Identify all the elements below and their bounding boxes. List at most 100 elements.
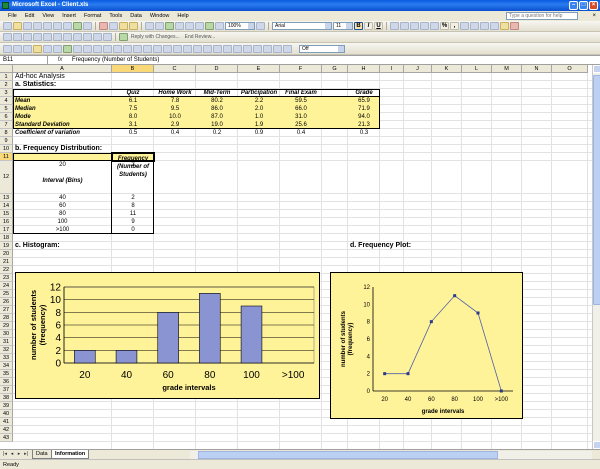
stats-value-cell[interactable]: 6.1 <box>114 97 152 105</box>
menu-format[interactable]: Format <box>80 11 105 21</box>
redo-icon[interactable] <box>155 22 164 30</box>
tab-data[interactable]: Data <box>32 450 52 459</box>
draw-icon-3[interactable] <box>23 44 32 53</box>
toolbar-icon-1[interactable] <box>3 33 12 41</box>
comma-button[interactable]: , <box>450 22 459 30</box>
row-header-32[interactable]: 32 <box>0 346 13 354</box>
frequency-point[interactable] <box>499 389 503 393</box>
permission-icon[interactable] <box>33 22 42 30</box>
draw-icon-12[interactable] <box>113 44 122 53</box>
draw-icon-16[interactable] <box>153 44 162 53</box>
frequency-point[interactable] <box>476 311 480 315</box>
prev-sheet-icon[interactable]: ◂ <box>9 451 15 458</box>
scroll-up-icon[interactable] <box>593 65 600 73</box>
stats-value-cell[interactable]: 66.0 <box>282 105 320 113</box>
vertical-scroll-thumb[interactable] <box>593 75 600 305</box>
vertical-scrollbar[interactable] <box>592 65 600 449</box>
next-sheet-icon[interactable]: ▸ <box>16 451 22 458</box>
stats-row-label[interactable]: Mode <box>15 113 110 121</box>
stats-value-cell[interactable]: 3.1 <box>114 121 152 129</box>
sort-ascending-icon[interactable] <box>185 22 194 30</box>
toolbar-icon-7[interactable] <box>63 33 72 41</box>
draw-icon-6[interactable] <box>53 44 62 53</box>
row-header-27[interactable]: 27 <box>0 306 13 314</box>
research-icon[interactable] <box>83 22 92 30</box>
menu-file[interactable]: File <box>4 11 21 21</box>
print-icon[interactable] <box>53 22 62 30</box>
stats-value-cell[interactable]: 87.0 <box>198 113 236 121</box>
column-header-n[interactable]: N <box>522 65 552 73</box>
row-header-21[interactable]: 21 <box>0 258 13 266</box>
row-header-22[interactable]: 22 <box>0 266 13 274</box>
copy-icon[interactable] <box>109 22 118 30</box>
toolbar-icon-4[interactable] <box>33 33 42 41</box>
draw-icon-21[interactable] <box>203 44 212 53</box>
row-header-4[interactable]: 4 <box>0 97 13 105</box>
toolbar-icon-6[interactable] <box>53 33 62 41</box>
row-header-10[interactable]: 10 <box>0 145 13 153</box>
stats-value-cell[interactable]: 19.0 <box>198 121 236 129</box>
row-header-1[interactable]: 1 <box>0 73 13 81</box>
draw-icon-8[interactable] <box>73 44 82 53</box>
menu-tools[interactable]: Tools <box>105 11 126 21</box>
drawing-icon[interactable] <box>215 22 224 30</box>
stats-value-cell[interactable]: 0.4 <box>156 129 194 137</box>
toolbar-icon-5[interactable] <box>43 33 52 41</box>
sheet-title-cell[interactable]: Ad-hoc Analysis <box>15 73 194 81</box>
row-header-7[interactable]: 7 <box>0 121 13 129</box>
toolbar-icon-2[interactable] <box>13 33 22 41</box>
stats-value-cell[interactable]: 31.0 <box>282 113 320 121</box>
frequency-point[interactable] <box>383 372 387 376</box>
stats-row-label[interactable]: Mean <box>15 97 110 105</box>
draw-icon-24[interactable] <box>233 44 242 53</box>
stats-column-header[interactable]: Mid-Term <box>198 89 236 97</box>
cut-icon[interactable] <box>99 22 108 30</box>
draw-icon-11[interactable] <box>103 44 112 53</box>
stats-value-cell[interactable]: 0.5 <box>114 129 152 137</box>
row-header-37[interactable]: 37 <box>0 386 13 394</box>
toolbar-icon-9[interactable] <box>83 33 92 41</box>
row-header-15[interactable]: 15 <box>0 210 13 218</box>
worksheet-grid[interactable]: A B C D E F G H I J K L M N O 1 2 3 4 5 6 7 8 9 10 11 12 13 14 15 16 17… <box>0 65 600 449</box>
stats-value-cell[interactable]: 7.8 <box>156 97 194 105</box>
freq-heading-cell[interactable]: b. Frequency Distribution: <box>15 145 194 153</box>
draw-icon-26[interactable] <box>253 44 262 53</box>
align-center-icon[interactable] <box>400 22 409 30</box>
horizontal-scrollbar[interactable] <box>190 451 592 459</box>
histogram-bar[interactable] <box>74 350 96 364</box>
stats-value-cell[interactable]: 86.0 <box>198 105 236 113</box>
column-header-c[interactable]: C <box>154 65 196 73</box>
row-header-19[interactable]: 19 <box>0 242 13 250</box>
toolbar-icon-10[interactable] <box>93 33 102 41</box>
font-size-select[interactable]: 11 <box>333 22 353 30</box>
fill-mode-select[interactable]: Off <box>299 44 345 53</box>
email-icon[interactable] <box>43 22 52 30</box>
underline-button[interactable]: U <box>374 22 383 30</box>
row-header-9[interactable]: 9 <box>0 137 13 145</box>
minimize-button[interactable]: – <box>569 1 578 10</box>
stats-value-cell[interactable]: 2.0 <box>240 105 278 113</box>
stats-column-header[interactable]: Home Work <box>156 89 194 97</box>
freq-count-cell[interactable]: 2 <box>114 194 152 202</box>
toolbar-icon-3[interactable] <box>23 33 32 41</box>
stats-value-cell[interactable]: 71.9 <box>350 105 378 113</box>
menu-window[interactable]: Window <box>146 11 174 21</box>
stats-value-cell[interactable]: 25.6 <box>282 121 320 129</box>
row-header-6[interactable]: 6 <box>0 113 13 121</box>
column-header-f[interactable]: F <box>280 65 322 73</box>
scroll-down-icon[interactable] <box>593 441 600 449</box>
stats-value-cell[interactable]: 0.2 <box>198 129 236 137</box>
frequency-plot-chart[interactable]: 0 2 4 6 8 10 12 20 40 60 80 100 >100 grade intervals n… <box>330 272 523 419</box>
last-sheet-icon[interactable]: ▸| <box>23 451 29 458</box>
row-header-8[interactable]: 8 <box>0 129 13 137</box>
menu-insert[interactable]: Insert <box>58 11 80 21</box>
chart-wizard-icon[interactable] <box>205 22 214 30</box>
stats-row-label[interactable]: Standard Deviation <box>15 121 110 129</box>
stats-value-cell[interactable]: 59.5 <box>282 97 320 105</box>
maximize-button[interactable]: □ <box>579 1 588 10</box>
stats-value-cell[interactable]: 94.0 <box>350 113 378 121</box>
stats-column-header[interactable]: Quiz <box>114 89 152 97</box>
stats-value-cell[interactable]: 1.0 <box>240 113 278 121</box>
merge-center-icon[interactable] <box>420 22 429 30</box>
draw-icon-15[interactable] <box>143 44 152 53</box>
